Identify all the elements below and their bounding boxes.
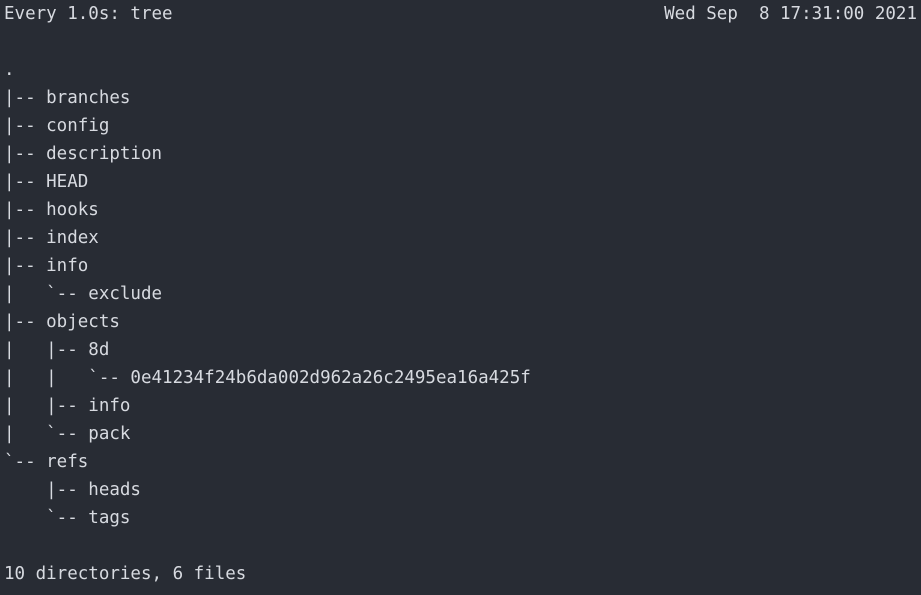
watch-header: Every 1.0s: tree Wed Sep 8 17:31:00 2021 (0, 0, 921, 28)
tree-line: . (4, 60, 15, 80)
tree-summary: 10 directories, 6 files (4, 564, 247, 584)
tree-line: | | `-- 0e41234f24b6da002d962a26c2495ea1… (4, 368, 531, 388)
tree-line: | |-- 8d (4, 340, 110, 360)
footer-separator (0, 532, 921, 560)
header-separator (0, 28, 921, 56)
tree-line: |-- objects (4, 312, 120, 332)
tree-line: |-- info (4, 256, 89, 276)
tree-line: |-- heads (4, 480, 141, 500)
tree-output: . |-- branches |-- config |-- descriptio… (0, 56, 921, 532)
tree-line: |-- branches (4, 88, 131, 108)
tree-line: | `-- pack (4, 424, 131, 444)
watch-command-label: Every 1.0s: tree (4, 4, 173, 24)
terminal-window: Every 1.0s: tree Wed Sep 8 17:31:00 2021… (0, 0, 921, 595)
tree-line: |-- config (4, 116, 110, 136)
tree-line: `-- refs (4, 452, 89, 472)
watch-timestamp: Wed Sep 8 17:31:00 2021 (664, 4, 917, 24)
tree-line: | |-- info (4, 396, 131, 416)
tree-line: |-- hooks (4, 200, 99, 220)
tree-line: | `-- exclude (4, 284, 163, 304)
tree-line: |-- index (4, 228, 99, 248)
tree-line: |-- description (4, 144, 163, 164)
tree-line: `-- tags (4, 508, 131, 528)
tree-line: |-- HEAD (4, 172, 89, 192)
